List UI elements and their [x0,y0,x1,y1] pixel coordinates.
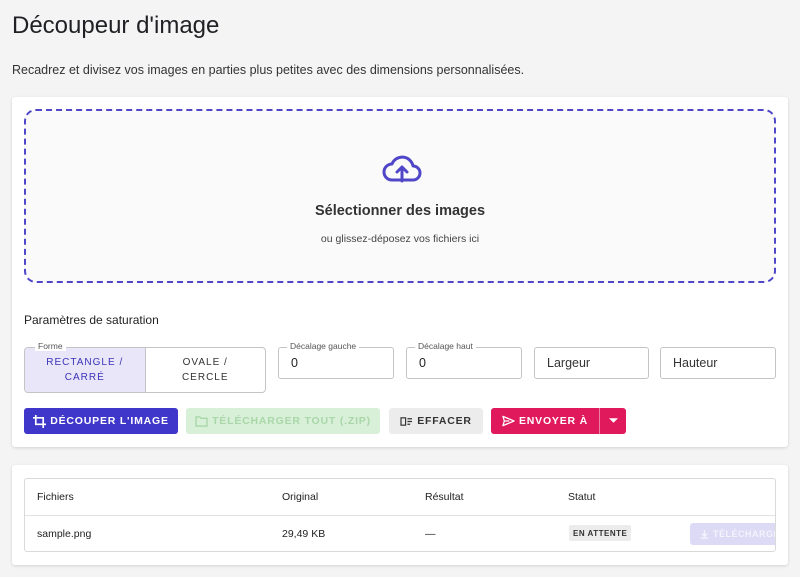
header-divider [25,515,775,516]
chevron-down-icon [608,418,618,423]
column-header-files: Fichiers [37,491,74,503]
column-header-status: Statut [568,491,596,503]
offset-top-legend: Décalage haut [415,341,476,351]
shape-oval-label: OVALE / CERCLE [181,357,229,383]
clear-label: EFFACER [417,415,472,427]
column-header-result: Résultat [425,491,464,503]
offset-top-value: 0 [419,356,426,370]
dropzone-hint: ou glissez-déposez vos fichiers ici [320,233,480,245]
files-card: Fichiers Original Résultat Statut sample… [12,465,788,565]
crop-image-label: DÉCOUPER L'IMAGE [50,415,169,427]
shape-toggle-group: Forme RECTANGLE / CARRÉ OVALE / CERCLE [24,341,266,393]
download-zip-button[interactable]: TÉLÉCHARGER TOUT (.ZIP) [186,408,380,434]
image-dropzone[interactable]: Sélectionner des images ou glissez-dépos… [24,109,776,283]
send-to-dropdown-button[interactable] [599,408,626,434]
column-header-original: Original [282,491,319,503]
offset-left-value: 0 [291,356,298,370]
shape-rectangle-button[interactable]: RECTANGLE / CARRÉ [25,348,146,392]
width-field[interactable]: Largeur [534,347,649,379]
send-to-button[interactable]: ENVOYER À [491,408,599,434]
page-subtitle: Recadrez et divisez vos images en partie… [12,63,525,77]
crop-icon [33,414,47,428]
width-placeholder: Largeur [547,356,591,370]
download-zip-label: TÉLÉCHARGER TOUT (.ZIP) [212,415,371,427]
clear-icon [400,416,413,426]
params-label: Paramètres de saturation [24,313,159,327]
cloud-upload-icon [382,155,422,183]
page-title: Découpeur d'image [12,12,220,39]
crop-image-button[interactable]: DÉCOUPER L'IMAGE [24,408,178,434]
height-field[interactable]: Hauteur [660,347,776,379]
dropzone-title[interactable]: Sélectionner des images [26,203,774,219]
files-table: Fichiers Original Résultat Statut sample… [24,478,776,552]
download-icon [700,529,709,539]
download-file-label: TÉLÉCHARGER [713,529,775,539]
offset-left-field[interactable]: Décalage gauche 0 [278,341,394,379]
offset-top-field[interactable]: Décalage haut 0 [406,341,522,379]
file-result: — [425,528,436,540]
shape-oval-button[interactable]: OVALE / CERCLE [146,348,266,392]
send-to-label: ENVOYER À [518,415,589,427]
shape-legend: Forme [35,341,66,351]
file-name: sample.png [37,528,92,540]
settings-card: Sélectionner des images ou glissez-dépos… [12,97,788,447]
send-icon [502,415,515,427]
shape-rectangle-label: RECTANGLE / CARRÉ [46,357,124,383]
height-placeholder: Hauteur [673,356,718,370]
file-original-size: 29,49 KB [282,528,326,540]
status-badge: EN ATTENTE [569,525,632,541]
folder-zip-icon [195,415,208,427]
offset-left-legend: Décalage gauche [287,341,360,351]
clear-button[interactable]: EFFACER [389,408,483,434]
download-file-button[interactable]: TÉLÉCHARGER [690,523,775,545]
